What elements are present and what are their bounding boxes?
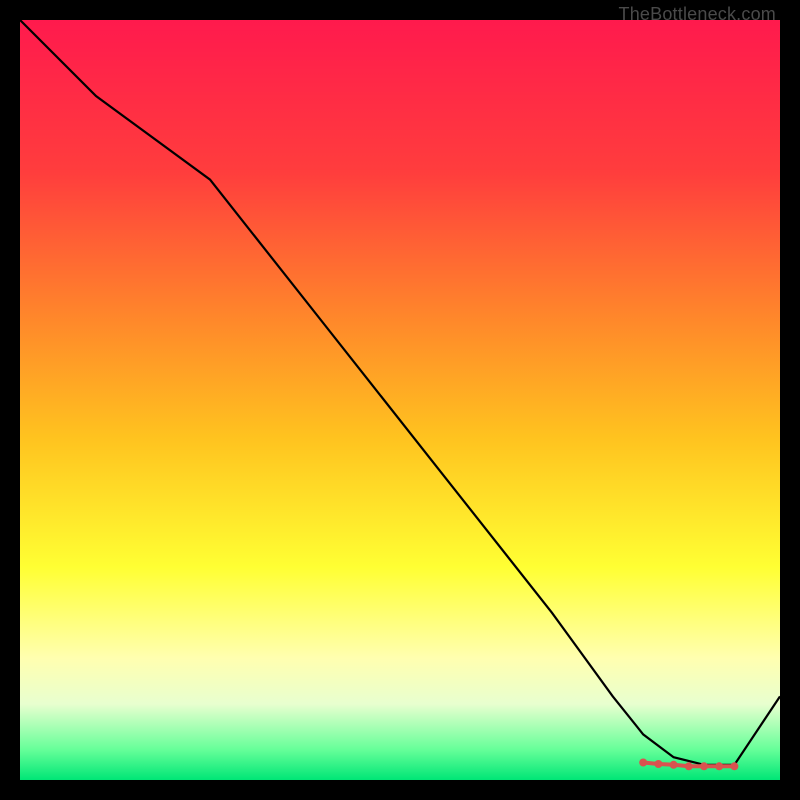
- optimal-zone-point: [670, 761, 678, 769]
- chart-stage: TheBottleneck.com: [0, 0, 800, 800]
- gradient-background: [20, 20, 780, 780]
- optimal-zone-point: [654, 760, 662, 768]
- optimal-zone-point: [700, 762, 708, 770]
- optimal-zone-point: [730, 762, 738, 770]
- plot-area: [20, 20, 780, 780]
- optimal-zone-point: [639, 759, 647, 767]
- chart-svg: [20, 20, 780, 780]
- optimal-zone-point: [715, 762, 723, 770]
- optimal-zone-point: [685, 762, 693, 770]
